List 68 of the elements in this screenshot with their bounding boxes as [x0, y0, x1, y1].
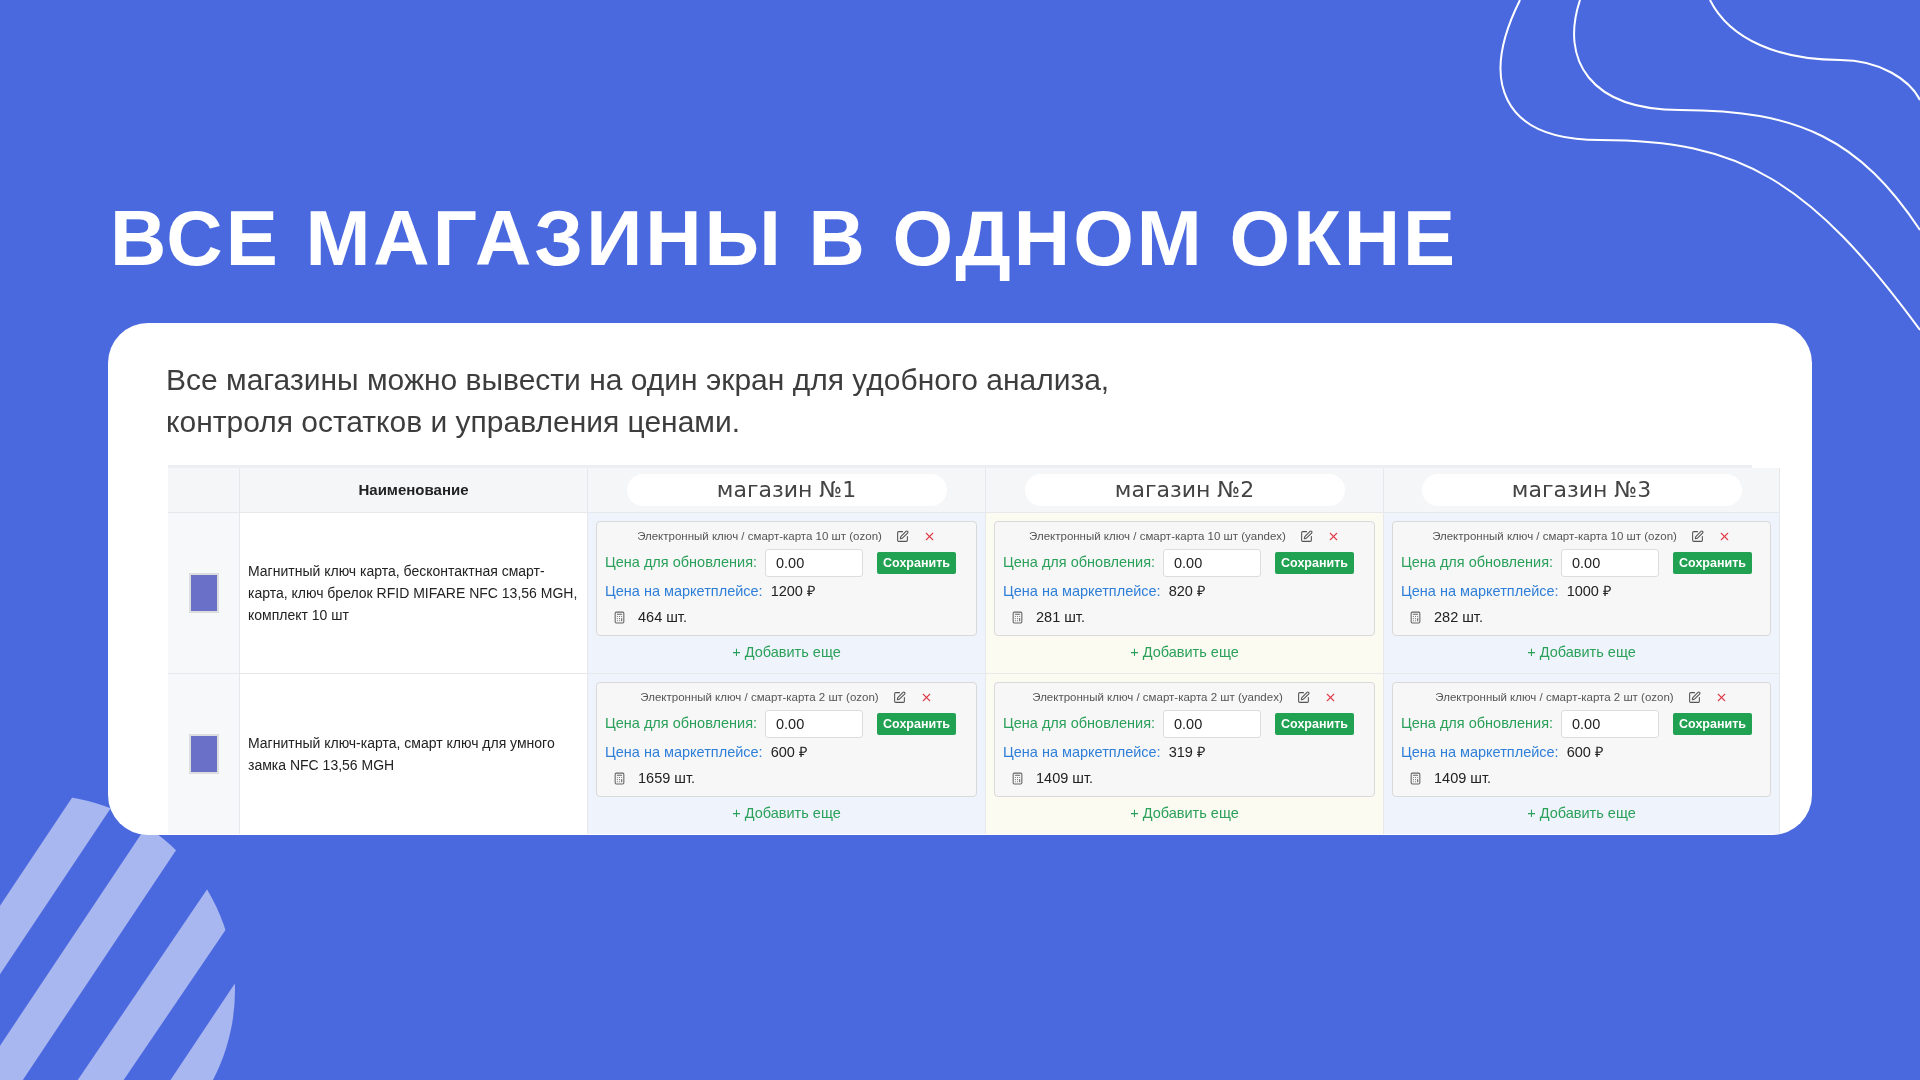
store-header: магазин №2	[1024, 474, 1345, 506]
save-button[interactable]: Сохранить	[877, 713, 956, 736]
calculator-icon	[1011, 611, 1024, 625]
save-button[interactable]: Сохранить	[1275, 552, 1354, 575]
stock-count: 1409 шт.	[1036, 769, 1093, 788]
marketplace-price-label: Цена на маркетплейсе:	[1003, 582, 1161, 602]
marketplace-price: 1000 ₽	[1566, 582, 1611, 602]
update-price-label: Цена для обновления:	[605, 714, 758, 734]
slide-title: ВСЕ МАГАЗИНЫ В ОДНОМ ОКНЕ	[109, 193, 1460, 284]
price-input-field[interactable]: 0.00	[1163, 710, 1262, 739]
update-price-label: Цена для обновления:	[1003, 553, 1156, 573]
price-input-field[interactable]: 0.00	[765, 710, 864, 739]
edit-icon[interactable]	[1296, 691, 1310, 705]
add-more-link[interactable]: + Добавить еще	[1527, 641, 1636, 664]
price-input-field[interactable]: 0.00	[1561, 549, 1660, 578]
stock-count: 464 шт.	[638, 608, 687, 627]
marketplace-price: 319 ₽	[1168, 743, 1205, 763]
add-more-link[interactable]: + Добавить еще	[1130, 802, 1239, 825]
stock-count: 281 шт.	[1036, 608, 1085, 627]
add-more-link[interactable]: + Добавить еще	[732, 802, 841, 825]
price-input-field[interactable]: 0.00	[765, 549, 864, 578]
marketplace-price: 1200 ₽	[770, 582, 815, 602]
marketplace-price-label: Цена на маркетплейсе:	[1003, 743, 1161, 763]
marketplace-price-label: Цена на маркетплейсе:	[605, 582, 763, 602]
calculator-icon	[613, 611, 626, 625]
stock-count: 1659 шт.	[638, 769, 695, 788]
store-header: магазин №3	[1421, 474, 1742, 506]
price-input-field[interactable]: 0.00	[1163, 549, 1262, 578]
edit-icon[interactable]	[1299, 530, 1313, 544]
marketplace-price: 600 ₽	[770, 743, 807, 763]
save-button[interactable]: Сохранить	[1673, 713, 1752, 736]
offer-title: Электронный ключ / смарт-карта 2 шт (ozon)	[640, 690, 879, 705]
update-price-label: Цена для обновления:	[1401, 553, 1554, 573]
edit-icon[interactable]	[1690, 530, 1704, 544]
add-more-link[interactable]: + Добавить еще	[1527, 802, 1636, 825]
edit-icon[interactable]	[1687, 691, 1701, 705]
save-button[interactable]: Сохранить	[1275, 713, 1354, 736]
offer-title: Электронный ключ / смарт-карта 2 шт (yandex)	[1032, 690, 1283, 705]
edit-icon[interactable]	[895, 530, 909, 544]
product-photo-placeholder	[188, 573, 219, 613]
column-header: Наименование	[240, 468, 588, 512]
marketplace-price-label: Цена на маркетплейсе:	[1401, 582, 1559, 602]
marketplace-price: 600 ₽	[1566, 743, 1603, 763]
marketplace-price: 820 ₽	[1168, 582, 1205, 602]
stock-count: 1409 шт.	[1434, 769, 1491, 788]
update-price-label: Цена для обновления:	[1003, 714, 1156, 734]
save-button[interactable]: Сохранить	[877, 552, 956, 575]
stock-count: 282 шт.	[1434, 608, 1483, 627]
save-button[interactable]: Сохранить	[1673, 552, 1752, 575]
product-photo-placeholder	[188, 734, 219, 774]
add-more-link[interactable]: + Добавить еще	[732, 641, 841, 664]
offer-title: Электронный ключ / смарт-карта 10 шт (ozon)	[637, 529, 882, 544]
calculator-icon	[613, 772, 626, 786]
add-more-link[interactable]: + Добавить еще	[1130, 641, 1239, 664]
calculator-icon	[1011, 772, 1024, 786]
offer-title: Электронный ключ / смарт-карта 10 шт (ozon)	[1432, 529, 1677, 544]
calculator-icon	[1409, 772, 1422, 786]
price-input-field[interactable]: 0.00	[1561, 710, 1660, 739]
update-price-label: Цена для обновления:	[1401, 714, 1554, 734]
offer-title: Электронный ключ / смарт-карта 2 шт (ozon)	[1435, 690, 1674, 705]
update-price-label: Цена для обновления:	[605, 553, 758, 573]
edit-icon[interactable]	[892, 691, 906, 705]
description-text: Все магазины можно вывести на один экран для удобного анализа, контроля остатков и управления ценами.	[166, 362, 1111, 440]
marketplace-price-label: Цена на маркетплейсе:	[1401, 743, 1559, 763]
store-header: магазин №1	[626, 474, 947, 506]
calculator-icon	[1409, 611, 1422, 625]
marketplace-price-label: Цена на маркетплейсе:	[605, 743, 763, 763]
offer-title: Электронный ключ / смарт-карта 10 шт (yandex)	[1029, 529, 1286, 544]
